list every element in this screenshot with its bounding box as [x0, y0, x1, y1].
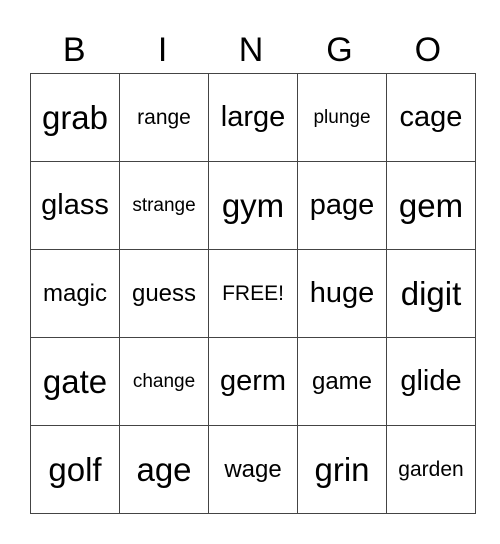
bingo-header: B I N G O — [30, 30, 472, 70]
bingo-cell[interactable]: grab — [30, 73, 120, 162]
bingo-cell[interactable]: digit — [386, 249, 476, 338]
bingo-cell[interactable]: wage — [208, 425, 298, 514]
bingo-cell[interactable]: cage — [386, 73, 476, 162]
bingo-cell[interactable]: range — [119, 73, 209, 162]
grid-row: glass strange gym page gem — [30, 161, 476, 250]
bingo-card-grid: grab range large plunge cage glass stran… — [30, 73, 476, 514]
bingo-cell[interactable]: germ — [208, 337, 298, 426]
bingo-cell[interactable]: glass — [30, 161, 120, 250]
bingo-cell[interactable]: grin — [297, 425, 387, 514]
header-letter-n: N — [238, 31, 264, 69]
bingo-cell[interactable]: plunge — [297, 73, 387, 162]
bingo-cell[interactable]: magic — [30, 249, 120, 338]
bingo-cell[interactable]: page — [297, 161, 387, 250]
bingo-cell[interactable]: huge — [297, 249, 387, 338]
grid-row: grab range large plunge cage — [30, 73, 476, 162]
bingo-cell[interactable]: change — [119, 337, 209, 426]
grid-row: golf age wage grin garden — [30, 425, 476, 514]
bingo-cell[interactable]: strange — [119, 161, 209, 250]
bingo-cell[interactable]: guess — [119, 249, 209, 338]
header-letter-o: O — [414, 31, 442, 69]
bingo-cell[interactable]: gate — [30, 337, 120, 426]
bingo-cell[interactable]: glide — [386, 337, 476, 426]
bingo-cell[interactable]: gym — [208, 161, 298, 250]
bingo-cell[interactable]: gem — [386, 161, 476, 250]
bingo-cell[interactable]: age — [119, 425, 209, 514]
header-letter-g: G — [326, 31, 353, 69]
header-letter-i: I — [157, 31, 168, 69]
header-letter-b: B — [62, 31, 86, 69]
free-space-cell[interactable]: FREE! — [208, 249, 298, 338]
bingo-cell[interactable]: large — [208, 73, 298, 162]
grid-row: magic guess FREE! huge digit — [30, 249, 476, 338]
bingo-cell[interactable]: game — [297, 337, 387, 426]
grid-row: gate change germ game glide — [30, 337, 476, 426]
bingo-cell[interactable]: garden — [386, 425, 476, 514]
bingo-cell[interactable]: golf — [30, 425, 120, 514]
